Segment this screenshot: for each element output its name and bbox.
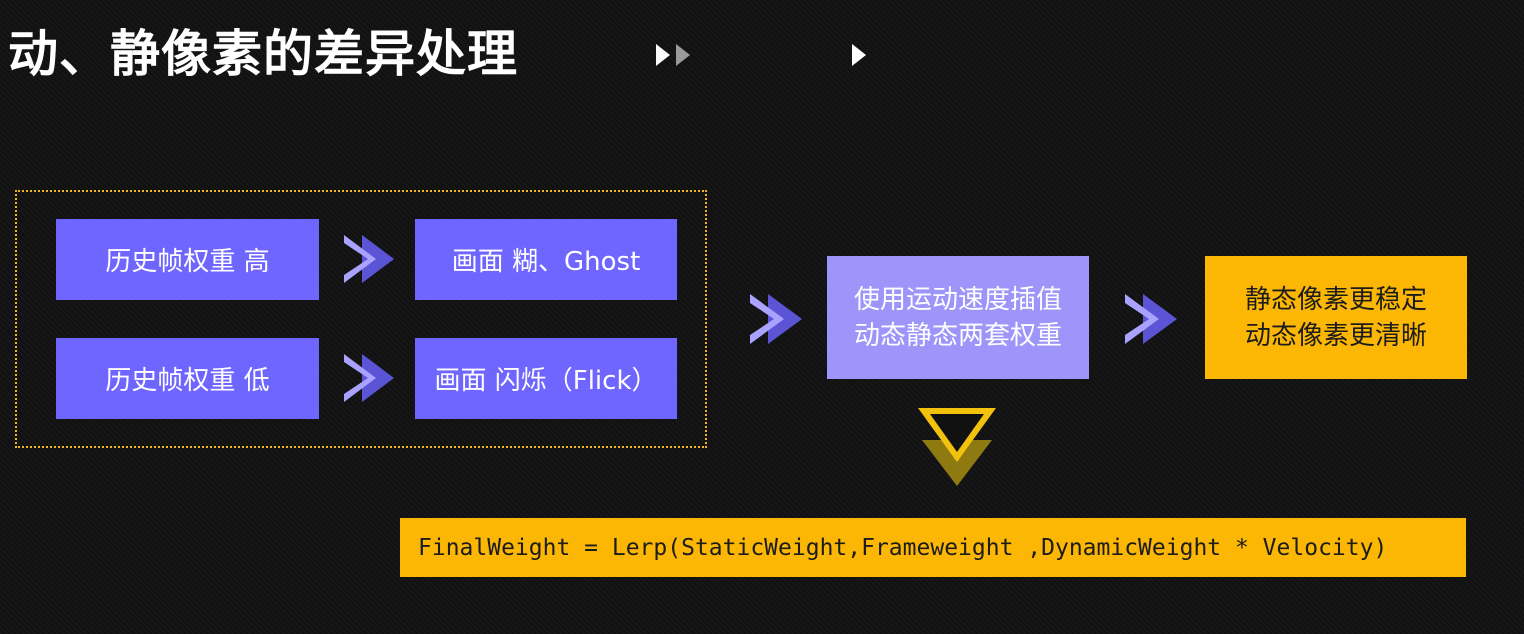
play-icon [852, 44, 866, 66]
low-history-weight-label: 历史帧权重 低 [105, 366, 270, 396]
velocity-interpolation-box: 使用运动速度插值 动态静态两套权重 [827, 256, 1089, 379]
double-chevron-down-icon [918, 408, 996, 486]
double-chevron-right-icon [1125, 294, 1177, 344]
double-chevron-right-icon [750, 294, 802, 344]
flicker-box: 画面 闪烁（Flick） [415, 338, 677, 419]
fast-forward-icon [656, 44, 690, 66]
flicker-label: 画面 闪烁（Flick） [434, 366, 658, 396]
result-line2: 动态像素更清晰 [1244, 320, 1427, 351]
blur-ghost-box: 画面 糊、Ghost [415, 219, 677, 300]
high-history-weight-label: 历史帧权重 高 [105, 247, 270, 277]
page-title: 动、静像素的差异处理 [8, 25, 518, 83]
velocity-interpolation-line1: 使用运动速度插值 [853, 284, 1062, 315]
final-weight-formula: FinalWeight = Lerp(StaticWeight,Framewei… [400, 518, 1466, 577]
low-history-weight-box: 历史帧权重 低 [56, 338, 319, 419]
result-line1: 静态像素更稳定 [1244, 284, 1427, 315]
result-box: 静态像素更稳定 动态像素更清晰 [1205, 256, 1467, 379]
high-history-weight-box: 历史帧权重 高 [56, 219, 319, 300]
double-chevron-right-icon [344, 354, 394, 402]
blur-ghost-label: 画面 糊、Ghost [451, 247, 641, 277]
double-chevron-right-icon [344, 235, 394, 283]
velocity-interpolation-line2: 动态静态两套权重 [853, 320, 1062, 351]
